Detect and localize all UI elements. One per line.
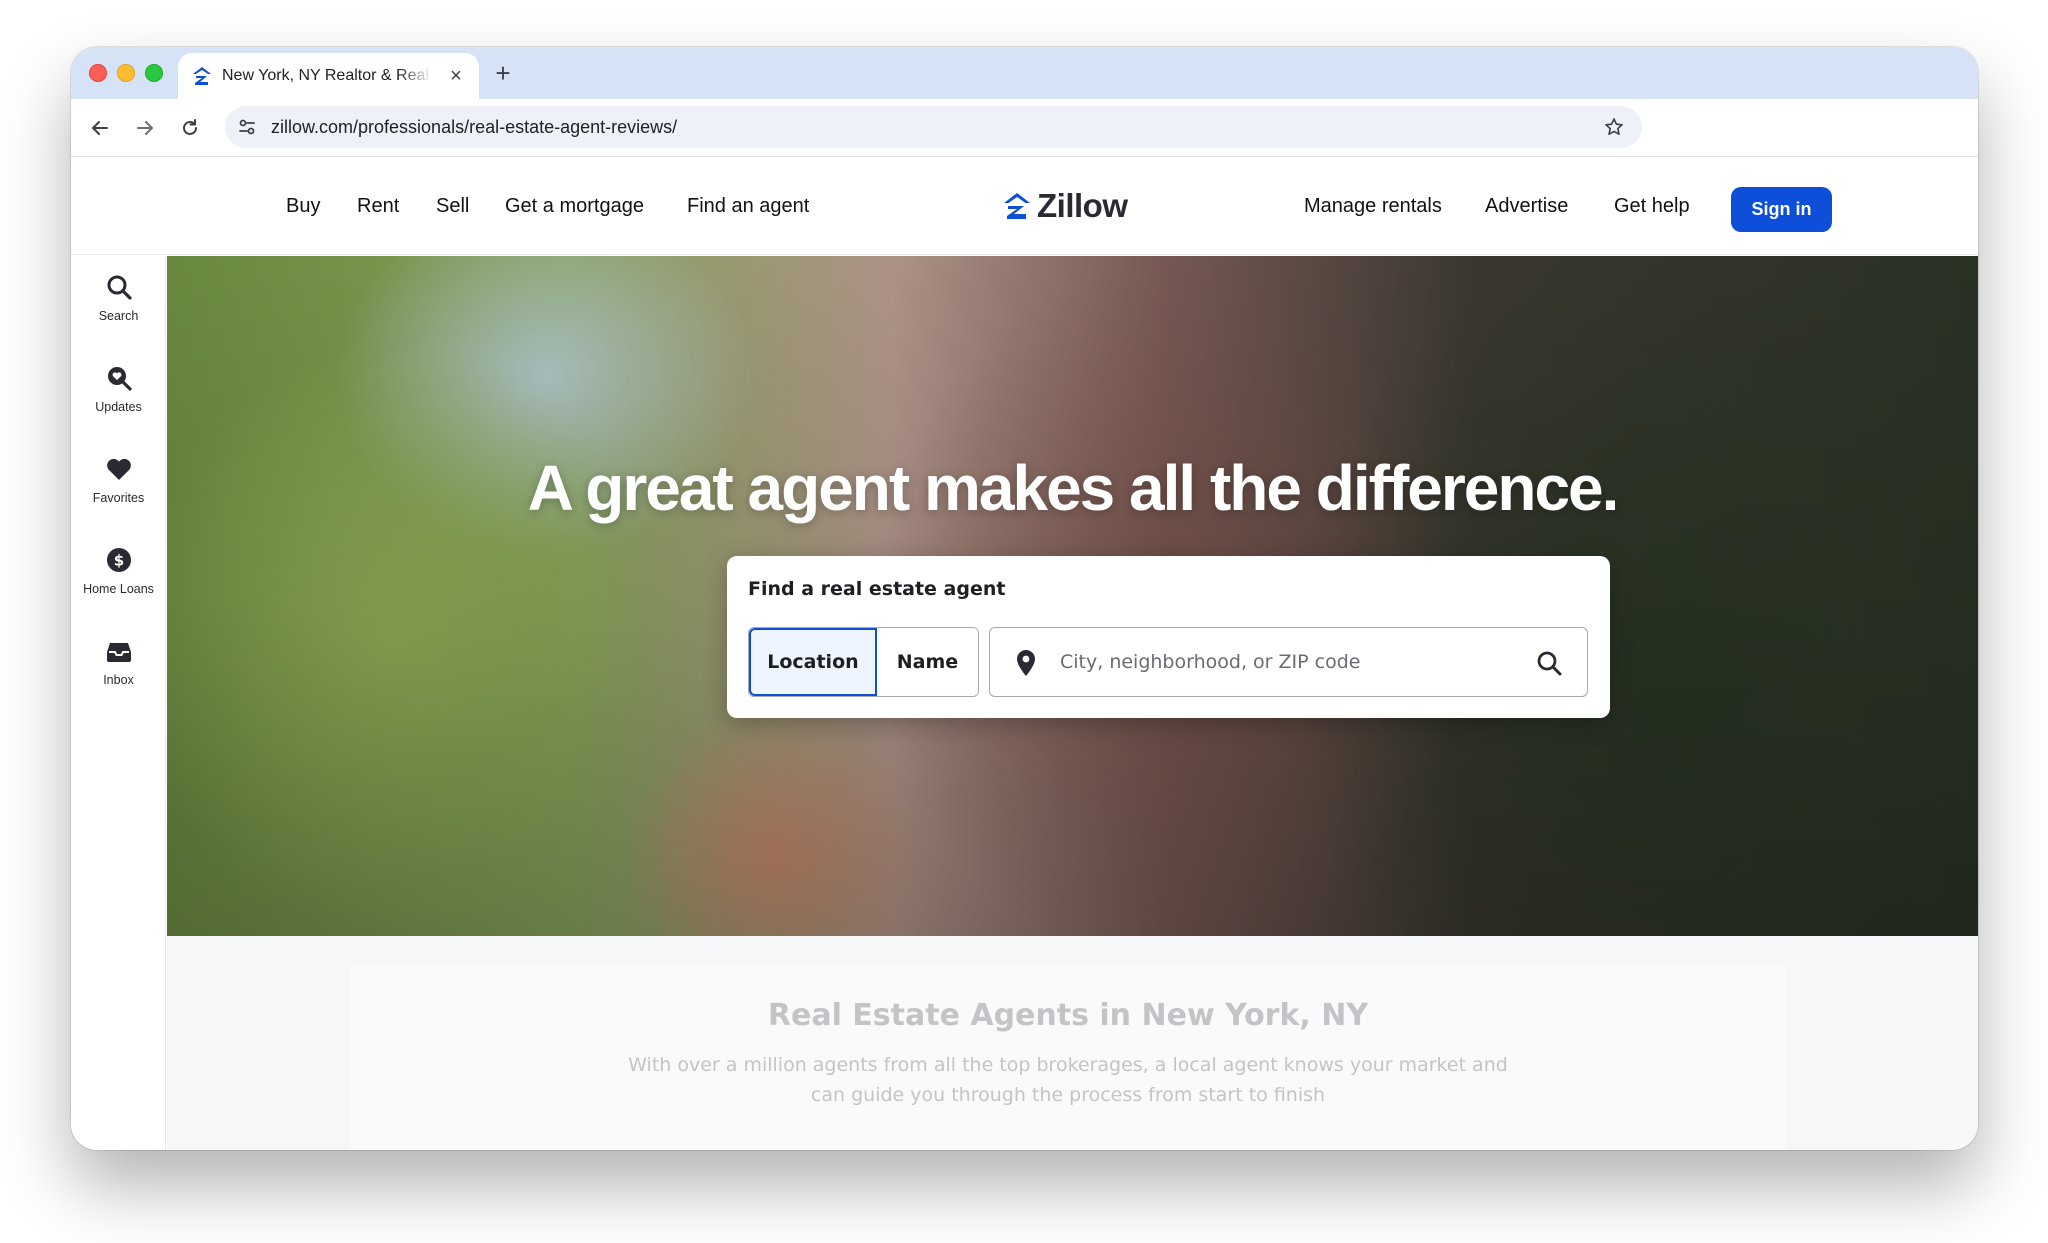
address-bar[interactable]: zillow.com/professionals/real-estate-age…	[225, 106, 1642, 148]
agent-search-card: Find a real estate agent Location Name	[727, 556, 1610, 718]
heart-icon	[103, 453, 135, 485]
nav-buy[interactable]: Buy	[286, 158, 320, 255]
location-toggle-button[interactable]: Location	[749, 628, 877, 696]
nav-get-help[interactable]: Get help	[1614, 158, 1690, 255]
forward-button[interactable]	[129, 112, 161, 144]
location-search-box[interactable]	[989, 627, 1588, 697]
maximize-window-button[interactable]	[145, 64, 163, 82]
search-type-toggle: Location Name	[748, 627, 979, 697]
tab-close-icon[interactable]: ×	[445, 65, 467, 87]
sidebar-item-label: Updates	[95, 400, 142, 414]
back-button[interactable]	[84, 112, 116, 144]
nav-manage-rentals[interactable]: Manage rentals	[1304, 158, 1442, 255]
reload-button[interactable]	[174, 112, 206, 144]
sidebar-item-label: Search	[98, 309, 139, 323]
zillow-logo-text: Zillow	[1037, 187, 1128, 224]
agents-section: Real Estate Agents in New York, NY With …	[167, 936, 1978, 1150]
sidebar-item-label: Home Loans	[83, 582, 154, 596]
section-subtitle-line-2: can guide you through the process from s…	[810, 1084, 1326, 1106]
sidebar: Search Updates Favorites $ Home Loans In…	[71, 256, 166, 1150]
close-window-button[interactable]	[89, 64, 107, 82]
section-subtitle: With over a million agents from all the …	[618, 1050, 1518, 1110]
section-subtitle-line-1: With over a million agents from all the …	[628, 1054, 1508, 1076]
zillow-favicon-icon	[193, 67, 211, 85]
sign-in-button[interactable]: Sign in	[1731, 187, 1832, 232]
map-pin-icon	[1017, 650, 1035, 676]
sidebar-item-label: Inbox	[103, 673, 134, 687]
inbox-icon	[103, 635, 135, 667]
sidebar-item-home-loans[interactable]: $ Home Loans	[71, 540, 166, 620]
nav-find-an-agent[interactable]: Find an agent	[687, 158, 809, 255]
zillow-logo[interactable]: Zillow	[1002, 187, 1128, 224]
arrow-right-icon	[137, 121, 153, 135]
nav-get-a-mortgage[interactable]: Get a mortgage	[505, 158, 644, 255]
bookmark-star-icon[interactable]	[1602, 115, 1626, 139]
updates-icon	[103, 362, 135, 394]
sidebar-item-updates[interactable]: Updates	[71, 358, 166, 438]
minimize-window-button[interactable]	[117, 64, 135, 82]
tab-title: New York, NY Realtor & Real Estate Agent…	[222, 67, 432, 84]
name-toggle-button[interactable]: Name	[876, 628, 978, 696]
arrow-left-icon	[92, 121, 108, 135]
search-card-title: Find a real estate agent	[748, 578, 1006, 600]
tab-bar: New York, NY Realtor & Real Estate Agent…	[71, 47, 1978, 99]
nav-advertise[interactable]: Advertise	[1485, 158, 1568, 255]
browser-window: New York, NY Realtor & Real Estate Agent…	[71, 47, 1978, 1150]
nav-sell[interactable]: Sell	[436, 158, 469, 255]
hero-banner: A great agent makes all the difference. …	[167, 256, 1978, 936]
sidebar-item-search[interactable]: Search	[71, 267, 166, 347]
nav-rent[interactable]: Rent	[357, 158, 399, 255]
browser-toolbar: zillow.com/professionals/real-estate-age…	[71, 99, 1978, 157]
new-tab-button[interactable]: +	[485, 55, 521, 91]
zillow-logo-icon	[1004, 193, 1030, 219]
hero-headline: A great agent makes all the difference.	[527, 452, 1620, 524]
search-icon	[103, 271, 135, 303]
sidebar-item-favorites[interactable]: Favorites	[71, 449, 166, 529]
sidebar-item-inbox[interactable]: Inbox	[71, 631, 166, 711]
url-text: zillow.com/professionals/real-estate-age…	[271, 117, 678, 137]
sidebar-item-label: Favorites	[92, 491, 145, 505]
location-search-input[interactable]	[1060, 628, 1510, 696]
search-submit-icon[interactable]	[1535, 649, 1563, 677]
browser-tab[interactable]: New York, NY Realtor & Real Estate Agent…	[178, 53, 479, 99]
agents-intro-panel: Real Estate Agents in New York, NY With …	[350, 964, 1786, 1150]
svg-text:$: $	[113, 552, 123, 570]
dollar-icon: $	[103, 544, 135, 576]
reload-icon	[183, 119, 197, 135]
site-header: Buy Rent Sell Get a mortgage Find an age…	[71, 158, 1978, 255]
section-title: Real Estate Agents in New York, NY	[767, 998, 1369, 1033]
site-settings-icon[interactable]	[235, 115, 259, 139]
